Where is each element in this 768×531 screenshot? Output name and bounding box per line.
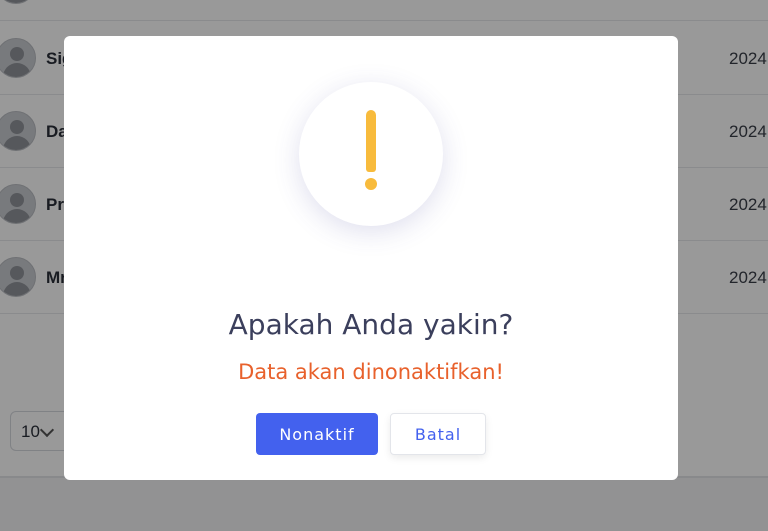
cancel-button[interactable]: Batal <box>390 413 486 455</box>
deactivate-button[interactable]: Nonaktif <box>256 413 378 455</box>
dialog-message: Data akan dinonaktifkan! <box>238 360 504 384</box>
warning-exclamation-icon <box>299 82 443 226</box>
confirm-dialog: Apakah Anda yakin? Data akan dinonaktifk… <box>64 36 678 480</box>
dialog-title: Apakah Anda yakin? <box>228 308 514 341</box>
